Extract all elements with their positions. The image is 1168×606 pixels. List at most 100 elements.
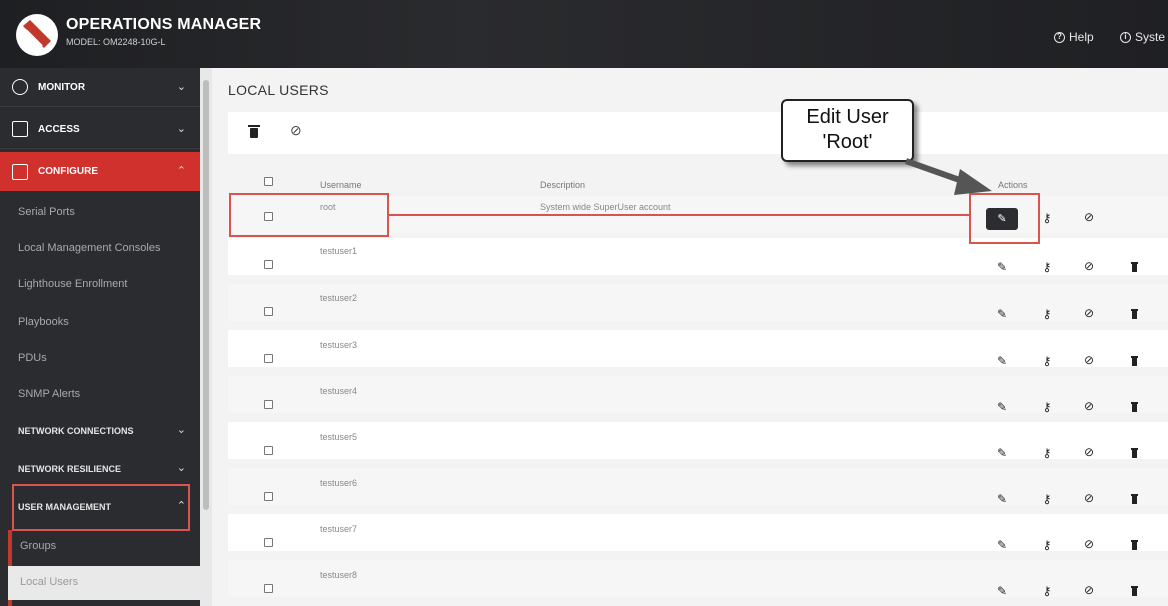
key-icon[interactable]: ⚷ [1039,400,1055,414]
edit-icon[interactable]: ✎ [994,446,1010,460]
disable-icon[interactable]: ⊘ [1081,210,1097,224]
sidebar-group-network-connections[interactable]: NETWORK CONNECTIONS ⌄ [0,412,200,449]
row-checkbox[interactable] [264,492,273,501]
sidebar-section-configure[interactable]: CONFIGURE ⌃ [0,152,200,191]
table-row[interactable]: testuser5 ✎ ⚷ ⊘ [228,422,1168,460]
sidebar-item-pdus[interactable]: PDUs [18,352,47,364]
edit-icon[interactable]: ✎ [994,400,1010,414]
sidebar-item-snmp-alerts[interactable]: SNMP Alerts [18,388,80,400]
sidebar-section-access[interactable]: ACCESS ⌄ [0,110,200,149]
key-icon[interactable]: ⚷ [1039,354,1055,368]
edit-icon[interactable]: ✎ [994,584,1010,598]
sidebar-group-label: NETWORK RESILIENCE [18,463,122,474]
user-management-highlight [12,484,190,531]
delete-icon[interactable] [1131,448,1138,458]
key-icon[interactable]: ⚷ [1039,307,1055,321]
sidebar-item-local-management-consoles[interactable]: Local Management Consoles [18,242,160,254]
delete-icon[interactable] [1131,586,1138,596]
table-row[interactable]: testuser3 ✎ ⚷ ⊘ [228,330,1168,368]
table-row[interactable]: testuser2 ✎ ⚷ ⊘ [228,284,1168,321]
delete-icon[interactable] [1131,309,1138,319]
help-link[interactable]: ? Help [1054,30,1094,44]
disable-icon[interactable]: ⊘ [1081,445,1097,459]
chevron-down-icon: ⌄ [176,462,186,474]
sidebar-scrollbar-thumb[interactable] [203,80,209,510]
select-all-checkbox[interactable] [264,177,273,186]
disable-icon[interactable]: ⊘ [1081,353,1097,367]
edit-icon[interactable]: ✎ [994,260,1010,274]
sidebar-item-lighthouse-enrollment[interactable]: Lighthouse Enrollment [18,278,127,290]
model-label: MODEL: OM2248-10G-L [66,37,166,47]
root-row-highlight [229,193,389,237]
username-cell: testuser6 [320,478,358,488]
row-checkbox[interactable] [264,446,273,455]
disable-icon[interactable]: ⊘ [290,122,302,139]
row-checkbox[interactable] [264,584,273,593]
username-cell: testuser1 [320,246,358,256]
page-title: LOCAL USERS [228,82,329,98]
column-header-description: Description [540,180,586,190]
row-checkbox[interactable] [264,400,273,409]
username-cell: testuser4 [320,386,358,396]
edit-icon[interactable]: ✎ [994,307,1010,321]
disable-icon[interactable]: ⊘ [1081,537,1097,551]
chevron-down-icon: ⌄ [176,424,186,436]
sidebar-item-groups[interactable]: Groups [20,540,56,552]
sidebar-item-serial-ports[interactable]: Serial Ports [18,206,75,218]
table-row[interactable]: testuser8 ✎ ⚷ ⊘ [228,560,1168,598]
description-cell: System wide SuperUser account [540,202,671,212]
delete-icon[interactable] [1131,356,1138,366]
key-icon[interactable]: ⚷ [1039,584,1055,598]
sidebar-item-label: Local Users [20,576,79,588]
key-icon[interactable]: ⚷ [1039,538,1055,552]
chevron-up-icon: ⌃ [176,165,186,177]
key-icon[interactable]: ⚷ [1039,211,1055,225]
delete-icon[interactable] [248,125,260,138]
disable-icon[interactable]: ⊘ [1081,491,1097,505]
disable-icon[interactable]: ⊘ [1081,399,1097,413]
sidebar-item-local-users[interactable]: Local Users [8,566,200,600]
row-checkbox[interactable] [264,307,273,316]
username-cell: testuser8 [320,570,358,580]
key-icon[interactable]: ⚷ [1039,446,1055,460]
monitor-icon [12,163,28,180]
sidebar-section-label: ACCESS [38,123,80,135]
opengear-logo-icon [16,14,58,56]
table-row[interactable]: testuser4 ✎ ⚷ ⊘ [228,376,1168,414]
screenshot-frame: OPERATIONS MANAGER MODEL: OM2248-10G-L ?… [0,0,1168,606]
table-row[interactable]: testuser6 ✎ ⚷ ⊘ [228,468,1168,506]
delete-icon[interactable] [1131,262,1138,272]
edit-icon[interactable]: ✎ [994,492,1010,506]
username-cell: testuser3 [320,340,358,350]
annotation-callout: Edit User 'Root' [781,99,914,162]
chevron-down-icon: ⌄ [176,81,186,93]
username-cell: testuser2 [320,293,358,303]
delete-icon[interactable] [1131,402,1138,412]
row-checkbox[interactable] [264,538,273,547]
main-content: LOCAL USERS ⊘ Username Description Actio… [212,68,1168,606]
key-icon[interactable]: ⚷ [1039,260,1055,274]
disable-icon[interactable]: ⊘ [1081,259,1097,273]
annotation-line-2: 'Root' [822,131,873,153]
delete-icon[interactable] [1131,540,1138,550]
info-icon: i [1120,31,1131,43]
help-icon: ? [1054,31,1065,43]
edit-icon[interactable]: ✎ [994,354,1010,368]
disable-icon[interactable]: ⊘ [1081,583,1097,597]
callout-arrow-icon [904,158,992,195]
table-row[interactable]: testuser7 ✎ ⚷ ⊘ [228,514,1168,552]
disable-icon[interactable]: ⊘ [1081,306,1097,320]
sidebar-group-label: NETWORK CONNECTIONS [18,425,134,436]
delete-icon[interactable] [1131,494,1138,504]
key-icon[interactable]: ⚷ [1039,492,1055,506]
help-label: Help [1069,30,1094,44]
edit-icon[interactable]: ✎ [994,538,1010,552]
row-checkbox[interactable] [264,260,273,269]
system-label: Syste [1135,30,1166,44]
sidebar-item-playbooks[interactable]: Playbooks [18,316,69,328]
annotation-line-1: Edit User [806,106,889,128]
row-checkbox[interactable] [264,354,273,363]
system-menu[interactable]: i Syste [1120,30,1165,44]
sidebar-section-monitor[interactable]: MONITOR ⌄ [0,68,200,107]
sidebar-group-network-resilience[interactable]: NETWORK RESILIENCE ⌄ [0,450,200,487]
